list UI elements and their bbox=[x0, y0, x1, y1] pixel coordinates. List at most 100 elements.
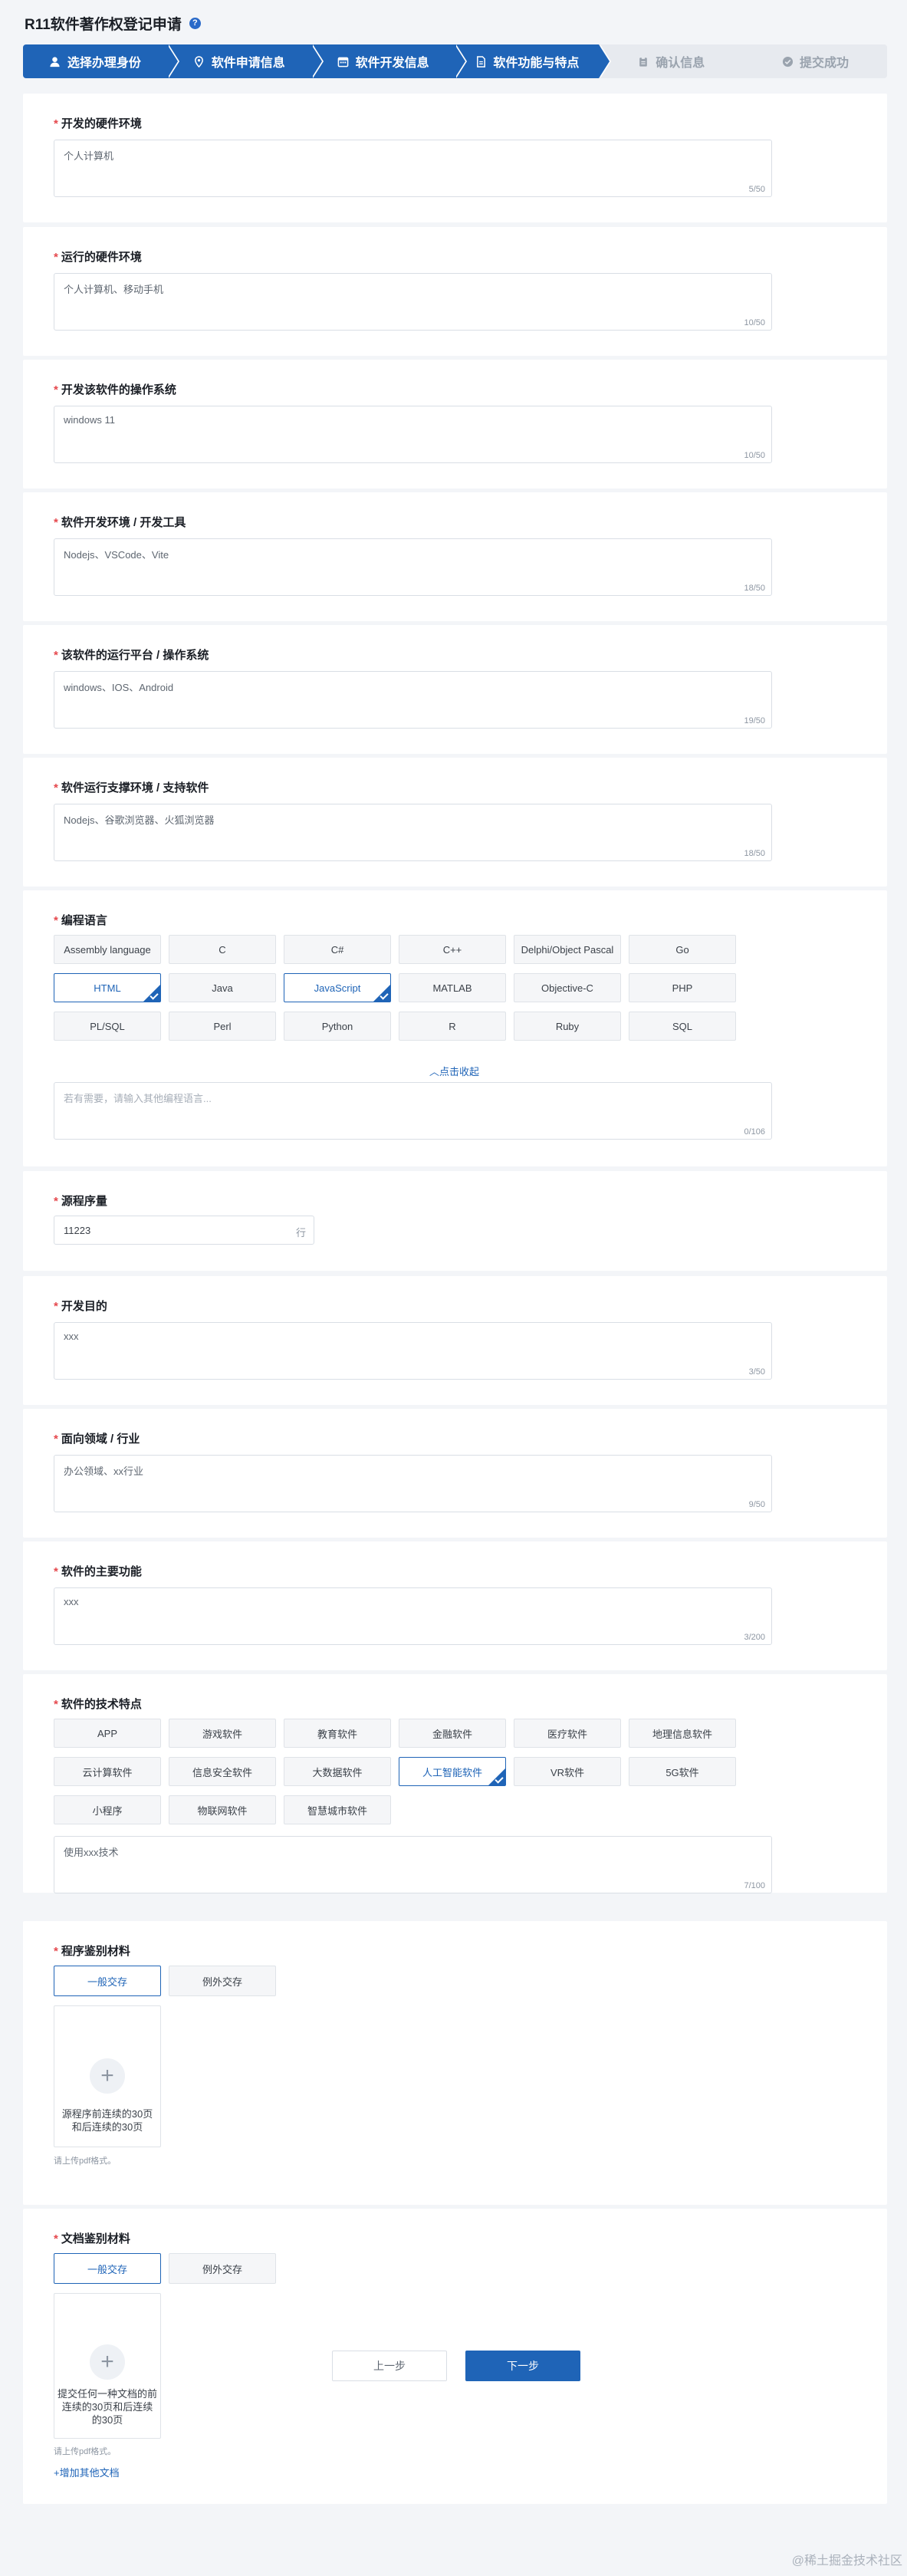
textarea-value: xxx bbox=[64, 1331, 79, 1342]
option-chip[interactable]: MATLAB bbox=[399, 973, 506, 1002]
run-hardware-textarea[interactable]: 个人计算机、移动手机 10/50 bbox=[54, 273, 772, 331]
option-chip[interactable]: 物联网软件 bbox=[169, 1795, 276, 1824]
option-chip[interactable]: 智慧城市软件 bbox=[284, 1795, 391, 1824]
tab-general-deposit[interactable]: 一般交存 bbox=[54, 1966, 161, 1996]
option-chip[interactable]: 人工智能软件 bbox=[399, 1757, 506, 1786]
document-icon bbox=[475, 55, 487, 67]
add-document-link[interactable]: +增加其他文档 bbox=[54, 2465, 120, 2479]
program-upload-box[interactable]: + 源程序前连续的30页和后连续的30页 bbox=[54, 2005, 161, 2147]
textarea-value: Nodejs、谷歌浏览器、火狐浏览器 bbox=[64, 814, 215, 826]
char-count: 10/50 bbox=[744, 451, 765, 460]
section-label: 软件开发环境 / 开发工具 bbox=[61, 516, 186, 529]
section-dev-hardware: * 开发的硬件环境 个人计算机 5/50 bbox=[23, 94, 887, 222]
help-icon[interactable]: ? bbox=[189, 17, 201, 29]
char-count: 7/100 bbox=[744, 1881, 765, 1890]
plus-icon: + bbox=[90, 2344, 125, 2380]
dev-os-textarea[interactable]: windows 11 10/50 bbox=[54, 406, 772, 463]
option-chip[interactable]: C# bbox=[284, 935, 391, 964]
section-label: 软件的主要功能 bbox=[61, 1565, 142, 1578]
option-chip[interactable]: 医疗软件 bbox=[514, 1719, 621, 1748]
option-chip[interactable]: 信息安全软件 bbox=[169, 1757, 276, 1786]
step-label: 确认信息 bbox=[656, 57, 705, 70]
option-chip[interactable]: HTML bbox=[54, 973, 161, 1002]
check-circle-icon bbox=[781, 55, 794, 67]
section-label: 文档鉴别材料 bbox=[61, 2232, 130, 2245]
option-chip[interactable]: 大数据软件 bbox=[284, 1757, 391, 1786]
step-label: 软件功能与特点 bbox=[493, 57, 580, 70]
char-count: 18/50 bbox=[744, 849, 765, 858]
dev-hardware-textarea[interactable]: 个人计算机 5/50 bbox=[54, 140, 772, 197]
step-identity[interactable]: 选择办理身份 bbox=[23, 44, 179, 78]
option-chip[interactable]: JavaScript bbox=[284, 973, 391, 1002]
textarea-value: Nodejs、VSCode、Vite bbox=[64, 549, 169, 561]
option-chip[interactable]: Python bbox=[284, 1012, 391, 1041]
section-dev-tools: * 软件开发环境 / 开发工具 Nodejs、VSCode、Vite 18/50 bbox=[23, 492, 887, 621]
run-support-textarea[interactable]: Nodejs、谷歌浏览器、火狐浏览器 18/50 bbox=[54, 804, 772, 861]
section-label: 面向领域 / 行业 bbox=[61, 1433, 140, 1446]
textarea-value: windows、IOS、Android bbox=[64, 682, 174, 693]
lines-input[interactable]: 11223 行 bbox=[54, 1216, 314, 1245]
option-chip[interactable]: Java bbox=[169, 973, 276, 1002]
tab-exception-deposit[interactable]: 例外交存 bbox=[169, 2253, 276, 2284]
option-chip[interactable]: 地理信息软件 bbox=[629, 1719, 736, 1748]
option-chip[interactable]: SQL bbox=[629, 1012, 736, 1041]
domain-textarea[interactable]: 办公领域、xx行业 9/50 bbox=[54, 1455, 772, 1512]
option-chip[interactable]: PL/SQL bbox=[54, 1012, 161, 1041]
upload-text: 源程序前连续的30页和后连续的30页 bbox=[61, 2108, 153, 2133]
prev-button[interactable]: 上一步 bbox=[332, 2351, 447, 2381]
step-label: 软件开发信息 bbox=[355, 57, 429, 70]
section-dev-os: * 开发该软件的操作系统 windows 11 10/50 bbox=[23, 360, 887, 489]
section-label: 软件的技术特点 bbox=[61, 1698, 142, 1711]
char-count: 5/50 bbox=[748, 185, 765, 194]
option-chip[interactable]: 小程序 bbox=[54, 1795, 161, 1824]
textarea-value: 个人计算机、移动手机 bbox=[64, 284, 164, 295]
option-chip[interactable]: 游戏软件 bbox=[169, 1719, 276, 1748]
input-unit: 行 bbox=[295, 1227, 306, 1239]
option-chip[interactable]: C bbox=[169, 935, 276, 964]
tab-general-deposit[interactable]: 一般交存 bbox=[54, 2253, 161, 2284]
option-chip[interactable]: R bbox=[399, 1012, 506, 1041]
step-app-info[interactable]: 软件申请信息 bbox=[166, 44, 324, 78]
input-value: 11223 bbox=[64, 1225, 91, 1236]
step-submitted[interactable]: 提交成功 bbox=[743, 44, 887, 78]
option-chip[interactable]: APP bbox=[54, 1719, 161, 1748]
other-language-textarea[interactable]: 若有需要，请输入其他编程语言... 0/106 bbox=[54, 1082, 772, 1140]
option-chip[interactable]: 金融软件 bbox=[399, 1719, 506, 1748]
collapse-link[interactable]: ︿点击收起 bbox=[429, 1064, 479, 1078]
next-button[interactable]: 下一步 bbox=[465, 2351, 580, 2381]
tab-exception-deposit[interactable]: 例外交存 bbox=[169, 1966, 276, 1996]
option-chip[interactable]: Assembly language bbox=[54, 935, 161, 964]
section-doc-material: * 文档鉴别材料 一般交存 例外交存 + 提交任何一种文档的前连续的30页和后连续… bbox=[23, 2209, 887, 2504]
option-chip[interactable]: Ruby bbox=[514, 1012, 621, 1041]
function-textarea[interactable]: xxx 3/200 bbox=[54, 1587, 772, 1645]
step-confirm[interactable]: 确认信息 bbox=[599, 44, 744, 78]
char-count: 9/50 bbox=[748, 1500, 765, 1509]
doc-upload-box[interactable]: + 提交任何一种文档的前连续的30页和后连续的30页 bbox=[54, 2293, 161, 2439]
section-label: 开发目的 bbox=[61, 1300, 107, 1313]
section-label: 源程序量 bbox=[61, 1195, 107, 1208]
location-icon bbox=[193, 55, 205, 67]
purpose-textarea[interactable]: xxx 3/50 bbox=[54, 1322, 772, 1380]
step-features[interactable]: 软件功能与特点 bbox=[455, 44, 612, 78]
option-chip[interactable]: 5G软件 bbox=[629, 1757, 736, 1786]
option-chip[interactable]: 云计算软件 bbox=[54, 1757, 161, 1786]
option-chip[interactable]: Perl bbox=[169, 1012, 276, 1041]
watermark: @稀土掘金技术社区 bbox=[791, 2555, 902, 2568]
option-chip[interactable]: PHP bbox=[629, 973, 736, 1002]
step-dev-info[interactable]: 软件开发信息 bbox=[311, 44, 468, 78]
section-run-hardware: * 运行的硬件环境 个人计算机、移动手机 10/50 bbox=[23, 227, 887, 356]
section-label: 编程语言 bbox=[61, 914, 107, 927]
upload-text: 提交任何一种文档的前连续的30页和后连续的30页 bbox=[58, 2388, 158, 2426]
section-label: 运行的硬件环境 bbox=[61, 251, 142, 264]
tech-textarea[interactable]: 使用xxx技术 7/100 bbox=[54, 1836, 772, 1893]
textarea-value: 使用xxx技术 bbox=[64, 1847, 119, 1858]
option-chip[interactable]: C++ bbox=[399, 935, 506, 964]
run-platform-textarea[interactable]: windows、IOS、Android 19/50 bbox=[54, 671, 772, 729]
dev-tools-textarea[interactable]: Nodejs、VSCode、Vite 18/50 bbox=[54, 538, 772, 596]
option-chip[interactable]: Delphi/Object Pascal bbox=[514, 935, 621, 964]
char-count: 0/106 bbox=[744, 1127, 765, 1137]
option-chip[interactable]: VR软件 bbox=[514, 1757, 621, 1786]
option-chip[interactable]: 教育软件 bbox=[284, 1719, 391, 1748]
option-chip[interactable]: Objective-C bbox=[514, 973, 621, 1002]
option-chip[interactable]: Go bbox=[629, 935, 736, 964]
